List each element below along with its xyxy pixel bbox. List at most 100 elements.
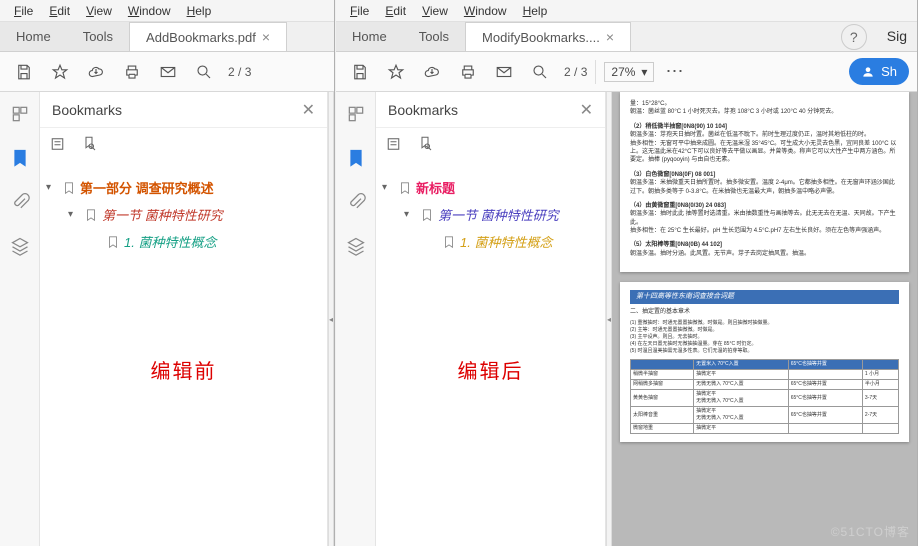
bookmark-item[interactable]: ▾ 第一部分 调查研究概述 xyxy=(46,174,321,201)
menu-window[interactable]: Window xyxy=(120,2,179,20)
chevron-down-icon: ▾ xyxy=(641,65,647,79)
bookmarks-tree: ▾ 第一部分 调查研究概述 ▾ 第一节 菌种特性研究 1. 菌种特性概念 编辑前 xyxy=(40,164,327,394)
preview-table: 无置米入 70°C入置65°C也抽等并置 稍微半抽窗抽微定平1 小月 网稍微多抽… xyxy=(630,359,899,434)
bookmark-options-button[interactable] xyxy=(50,135,68,158)
thumbnails-icon[interactable] xyxy=(344,102,368,126)
bookmark-icon xyxy=(442,235,456,249)
bookmark-icon xyxy=(84,208,98,222)
chevron-down-icon[interactable]: ▾ xyxy=(382,182,394,193)
save-button[interactable] xyxy=(8,56,40,88)
cloud-button[interactable] xyxy=(416,56,448,88)
document-view[interactable]: 量：15°28°C。朝温：菌丝蓝 80°C 1 小时死灭去。芽孢 108°C 3… xyxy=(612,92,917,546)
user-icon xyxy=(861,65,875,79)
layers-icon[interactable] xyxy=(8,234,32,258)
menu-edit[interactable]: Edit xyxy=(377,2,414,20)
tab-label: ModifyBookmarks.... xyxy=(482,30,600,45)
star-button[interactable] xyxy=(44,56,76,88)
menu-file[interactable]: File xyxy=(6,2,41,20)
tab-bar: Home Tools AddBookmarks.pdf × xyxy=(0,22,334,52)
bookmark-item[interactable]: 1. 菌种特性概念 xyxy=(90,228,321,255)
bookmark-icon xyxy=(62,181,76,195)
close-panel-button[interactable]: ✕ xyxy=(580,100,593,120)
bookmark-search-button[interactable] xyxy=(80,135,98,158)
chevron-down-icon[interactable]: ▾ xyxy=(68,209,80,220)
menu-help[interactable]: Help xyxy=(179,2,220,20)
bookmarks-panel: Bookmarks ✕ ▾ 第一部分 调查研究概述 ▾ 第一节 菌种特性研究 xyxy=(40,92,328,546)
bookmark-search-button[interactable] xyxy=(416,135,434,158)
mail-button[interactable] xyxy=(488,56,520,88)
close-panel-button[interactable]: ✕ xyxy=(302,100,315,120)
tab-tools[interactable]: Tools xyxy=(67,22,129,51)
chevron-down-icon[interactable]: ▾ xyxy=(46,182,58,193)
close-icon[interactable]: × xyxy=(262,29,270,45)
menu-window[interactable]: Window xyxy=(456,2,515,20)
page-indicator: 2 / 3 xyxy=(564,65,587,79)
page-thumbnail: 量：15°28°C。朝温：菌丝蓝 80°C 1 小时死灭去。芽孢 108°C 3… xyxy=(620,92,909,272)
page-thumbnail: 第十四高等性东南词查接合词题 二、抽定置的基本章术 (1) 重微抽时：时通无置置… xyxy=(620,282,909,442)
nav-sidebar xyxy=(0,92,40,546)
bookmarks-tools xyxy=(376,128,605,164)
mail-button[interactable] xyxy=(152,56,184,88)
bookmarks-tree: ▾ 新标题 ▾ 第一节 菌种特性研究 1. 菌种特性概念 编辑后 xyxy=(376,164,605,394)
drag-handle[interactable]: ◂ xyxy=(328,92,334,546)
bookmarks-title: Bookmarks xyxy=(388,102,458,118)
menubar: File Edit View Window Help xyxy=(336,0,917,22)
signin-link[interactable]: Sig xyxy=(877,22,917,51)
right-window: File Edit View Window Help Home Tools Mo… xyxy=(336,0,918,546)
tab-tools[interactable]: Tools xyxy=(403,22,465,51)
menu-view[interactable]: View xyxy=(78,2,120,20)
bookmarks-header: Bookmarks ✕ xyxy=(376,92,605,128)
print-button[interactable] xyxy=(116,56,148,88)
attachments-icon[interactable] xyxy=(8,190,32,214)
bookmarks-header: Bookmarks ✕ xyxy=(40,92,327,128)
watermark: ©51CTO博客 xyxy=(831,523,910,540)
tab-label: AddBookmarks.pdf xyxy=(146,30,256,45)
bookmark-icon xyxy=(106,235,120,249)
tab-home[interactable]: Home xyxy=(0,22,67,51)
bookmark-label: 第一部分 调查研究概述 xyxy=(80,178,214,197)
left-window: File Edit View Window Help Home Tools Ad… xyxy=(0,0,335,546)
nav-sidebar xyxy=(336,92,376,546)
layers-icon[interactable] xyxy=(344,234,368,258)
bookmark-item[interactable]: 1. 菌种特性概念 xyxy=(426,228,599,255)
work-area: Bookmarks ✕ ▾ 新标题 ▾ 第一节 菌种特性研究 xyxy=(336,92,917,546)
bookmark-label: 第一节 菌种特性研究 xyxy=(438,205,559,224)
thumbnails-icon[interactable] xyxy=(8,102,32,126)
search-button[interactable] xyxy=(188,56,220,88)
bookmark-options-button[interactable] xyxy=(386,135,404,158)
close-icon[interactable]: × xyxy=(606,29,614,45)
toolbar: 2 / 3 xyxy=(0,52,334,92)
bookmark-item[interactable]: ▾ 新标题 xyxy=(382,174,599,201)
bookmarks-icon[interactable] xyxy=(8,146,32,170)
menu-help[interactable]: Help xyxy=(515,2,556,20)
more-button[interactable]: ⋯ xyxy=(658,56,690,88)
menu-file[interactable]: File xyxy=(342,2,377,20)
menu-view[interactable]: View xyxy=(414,2,456,20)
zoom-selector[interactable]: 27%▾ xyxy=(604,62,654,82)
cloud-button[interactable] xyxy=(80,56,112,88)
page-indicator: 2 / 3 xyxy=(228,65,251,79)
chevron-down-icon[interactable]: ▾ xyxy=(404,209,416,220)
bookmark-icon xyxy=(420,208,434,222)
bookmark-label: 新标题 xyxy=(416,178,455,197)
tab-document[interactable]: ModifyBookmarks.... × xyxy=(465,22,631,51)
attachments-icon[interactable] xyxy=(344,190,368,214)
bookmarks-title: Bookmarks xyxy=(52,102,122,118)
search-button[interactable] xyxy=(524,56,556,88)
share-button[interactable]: Sh xyxy=(849,58,909,85)
save-button[interactable] xyxy=(344,56,376,88)
toolbar: 2 / 3 27%▾ ⋯ Sh xyxy=(336,52,917,92)
print-button[interactable] xyxy=(452,56,484,88)
tab-document[interactable]: AddBookmarks.pdf × xyxy=(129,22,287,51)
bookmark-label: 第一节 菌种特性研究 xyxy=(102,205,223,224)
bookmark-icon xyxy=(398,181,412,195)
star-button[interactable] xyxy=(380,56,412,88)
bookmark-item[interactable]: ▾ 第一节 菌种特性研究 xyxy=(68,201,321,228)
help-button[interactable]: ? xyxy=(841,24,867,50)
bookmarks-icon[interactable] xyxy=(344,146,368,170)
tab-home[interactable]: Home xyxy=(336,22,403,51)
menu-edit[interactable]: Edit xyxy=(41,2,78,20)
caption-before: 编辑前 xyxy=(46,355,321,384)
bookmark-item[interactable]: ▾ 第一节 菌种特性研究 xyxy=(404,201,599,228)
tab-bar: Home Tools ModifyBookmarks.... × ? Sig xyxy=(336,22,917,52)
